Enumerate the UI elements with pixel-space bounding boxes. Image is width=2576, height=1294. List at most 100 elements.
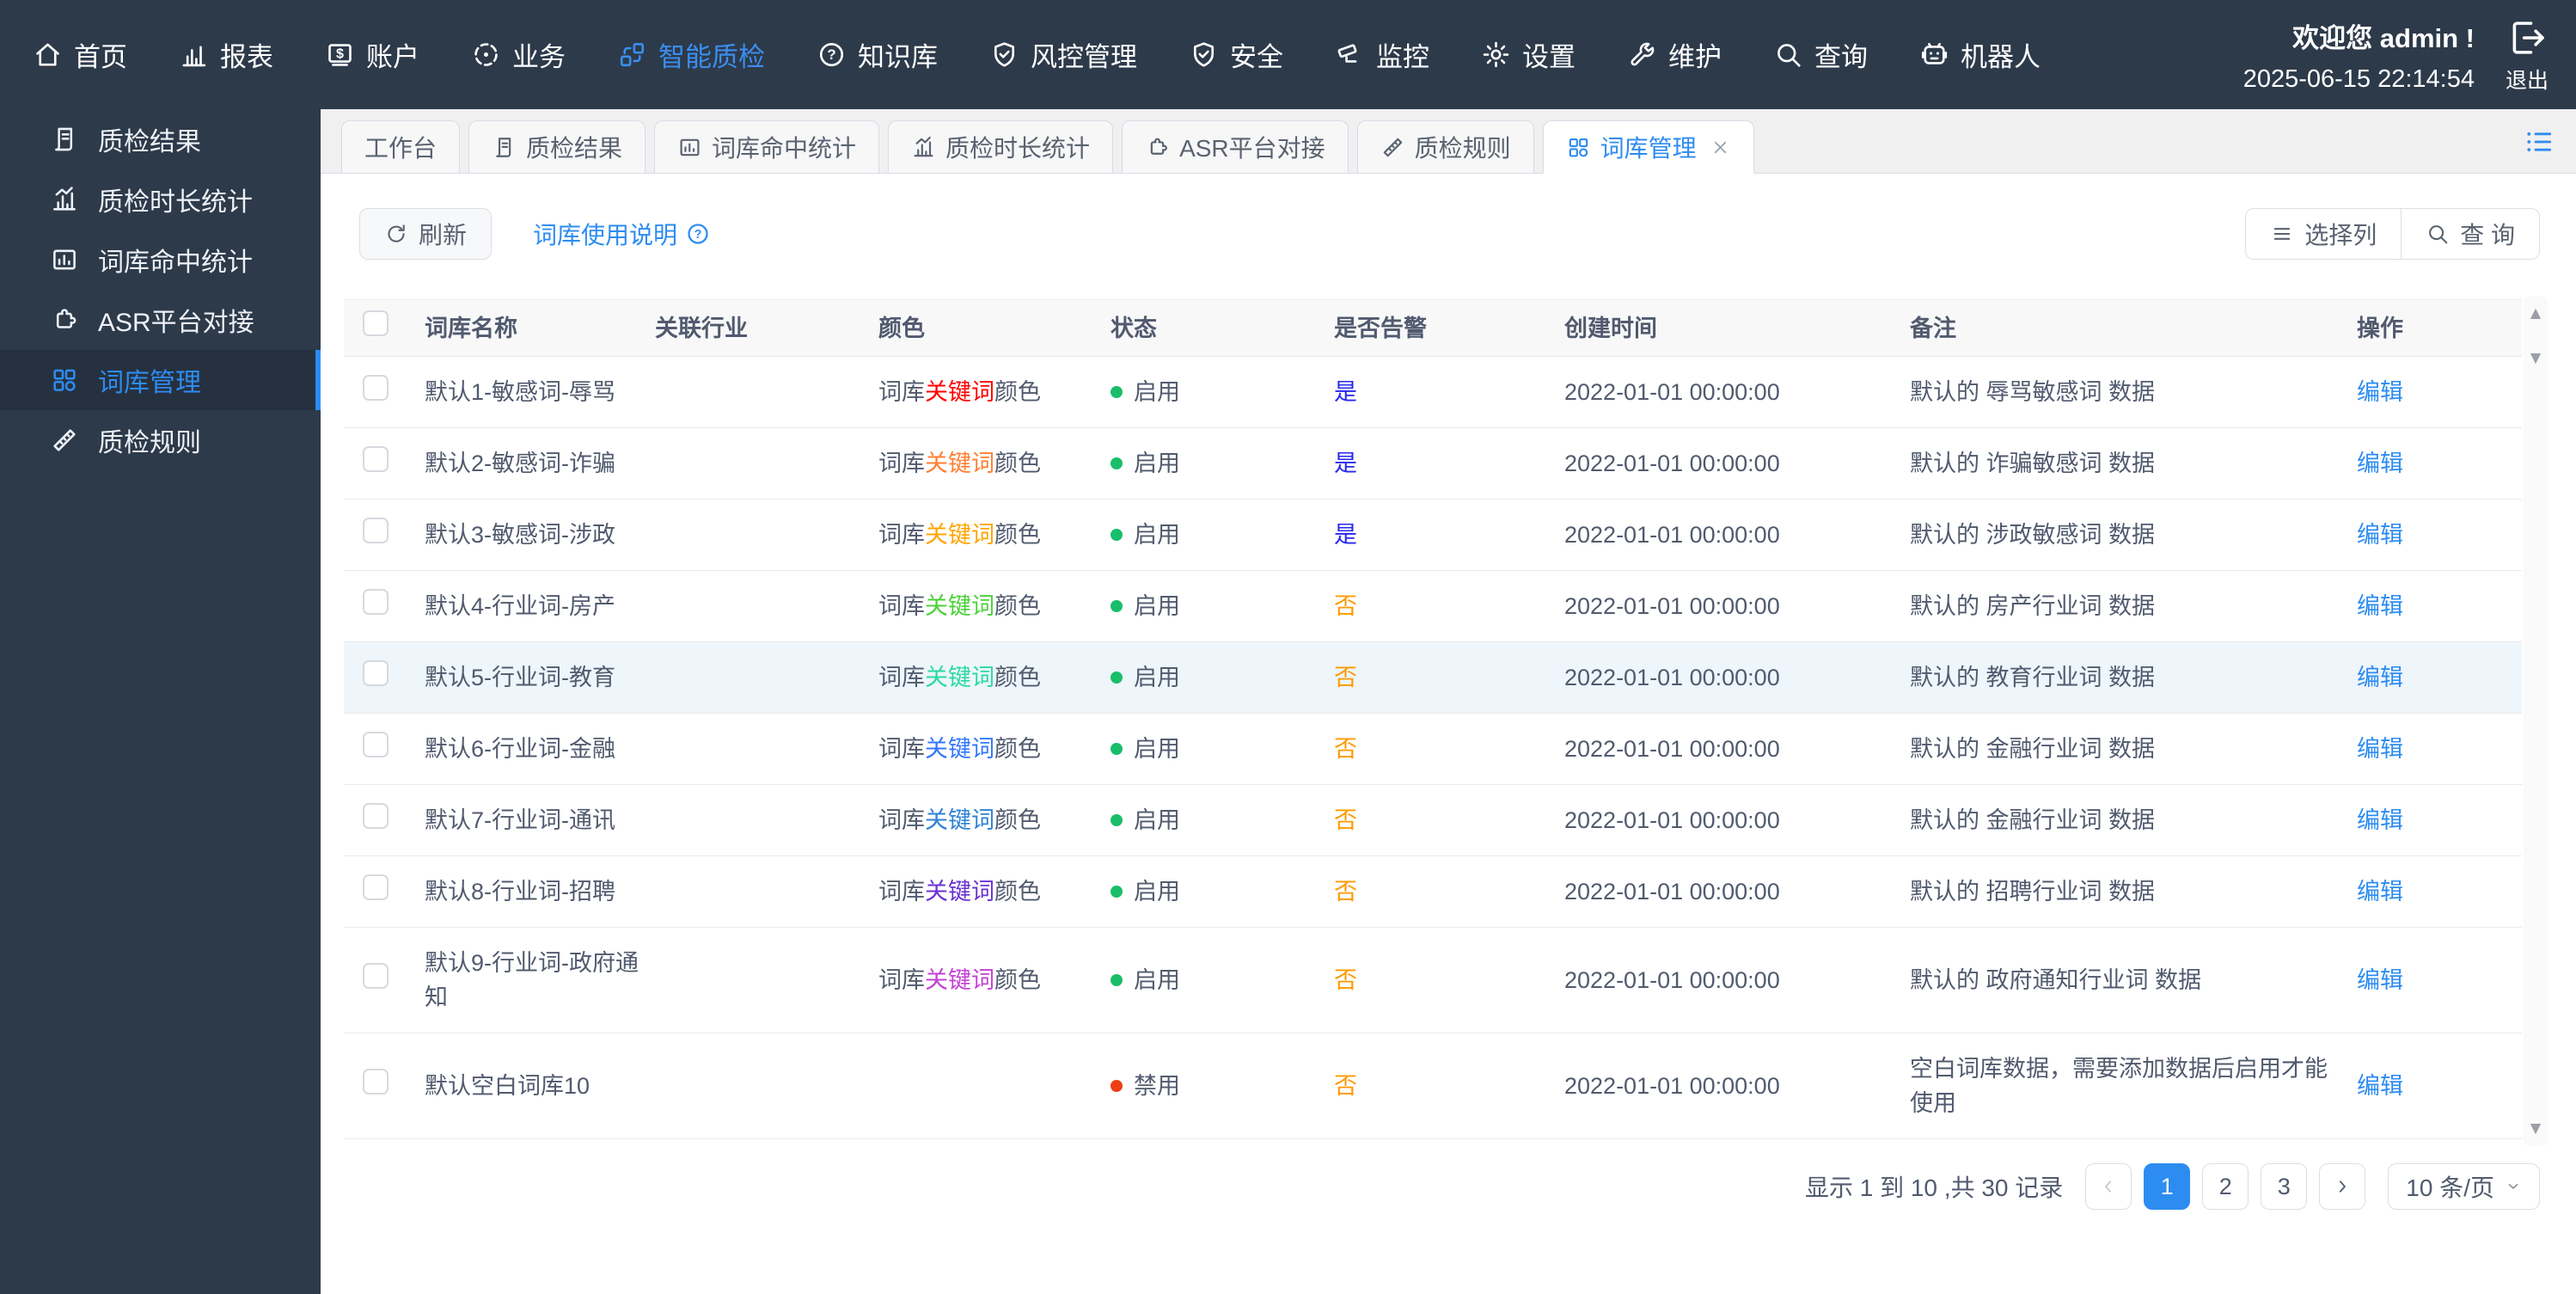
edit-link[interactable]: 编辑 bbox=[2357, 522, 2403, 548]
choose-columns-button[interactable]: 选择列 bbox=[2245, 208, 2402, 260]
cell-status: 禁用 bbox=[1105, 1058, 1329, 1113]
query-button[interactable]: 查 询 bbox=[2401, 208, 2540, 260]
keyword-color-sample: 关键词 bbox=[925, 967, 994, 993]
next-page-button[interactable] bbox=[2319, 1163, 2366, 1210]
nav-item-home[interactable]: 首页 bbox=[33, 35, 127, 74]
table-row: 默认4-行业词-房产 词库关键词颜色 启用 否 2022-01-01 00:00… bbox=[344, 571, 2522, 642]
scroll-thumb-arrow-icon[interactable]: ▼ bbox=[2524, 348, 2548, 369]
shield-check-icon bbox=[989, 40, 1019, 70]
header-actions: 操作 bbox=[2357, 315, 2403, 341]
edit-link[interactable]: 编辑 bbox=[2357, 807, 2403, 833]
edit-link[interactable]: 编辑 bbox=[2357, 736, 2403, 762]
tab-lexicon-management[interactable]: 词库管理 bbox=[1542, 120, 1754, 174]
cell-status: 启用 bbox=[1105, 721, 1329, 776]
sidebar-item-qc-rules[interactable]: 质检规则 bbox=[0, 410, 321, 470]
nav-item-security[interactable]: 安全 bbox=[1189, 35, 1283, 74]
search-icon bbox=[2426, 222, 2450, 246]
sidebar-item-qc-results[interactable]: 质检结果 bbox=[0, 109, 321, 169]
nav-item-accounts[interactable]: 账户 bbox=[325, 35, 419, 74]
row-checkbox[interactable] bbox=[363, 659, 389, 686]
status-dot bbox=[1111, 672, 1123, 684]
edit-link[interactable]: 编辑 bbox=[2357, 967, 2403, 993]
nav-item-knowledge-base[interactable]: 知识库 bbox=[817, 35, 938, 74]
sidebar-item-lexicon-hit-stats[interactable]: 词库命中统计 bbox=[0, 230, 321, 290]
sidebar-item-asr-platform[interactable]: ASR平台对接 bbox=[0, 290, 321, 350]
cell-color: 词库关键词颜色 bbox=[878, 593, 1041, 619]
dollar-book-icon bbox=[325, 40, 355, 70]
row-checkbox[interactable] bbox=[363, 588, 389, 615]
top-navigation-bar: 首页 报表 账户 业务 智能质检 知识库 风控管理 安全 监控 设置 维护 查询… bbox=[0, 0, 2576, 109]
row-checkbox[interactable] bbox=[363, 517, 389, 543]
cell-color: 词库关键词颜色 bbox=[878, 967, 1041, 993]
scroll-up-arrow-icon[interactable]: ▲ bbox=[2524, 304, 2548, 324]
nav-item-quality-check[interactable]: 智能质检 bbox=[617, 35, 765, 74]
refresh-button[interactable]: 刷新 bbox=[359, 208, 493, 260]
cell-name: 默认4-行业词-房产 bbox=[425, 593, 615, 619]
nav-item-query[interactable]: 查询 bbox=[1773, 35, 1868, 74]
nav-item-robot[interactable]: 机器人 bbox=[1919, 35, 2041, 74]
row-checkbox[interactable] bbox=[363, 1068, 389, 1095]
tab-lexicon-hit-stats[interactable]: 词库命中统计 bbox=[654, 120, 880, 174]
row-checkbox[interactable] bbox=[363, 802, 389, 829]
vertical-scrollbar[interactable]: ▲ ▼ ▼ bbox=[2524, 297, 2548, 1146]
cell-name: 默认2-敏感词-诈骗 bbox=[425, 451, 615, 476]
edit-link[interactable]: 编辑 bbox=[2357, 593, 2403, 619]
ruler-icon bbox=[1380, 135, 1405, 160]
row-checkbox[interactable] bbox=[363, 731, 389, 757]
cell-color: 词库关键词颜色 bbox=[878, 879, 1041, 905]
tab-qc-rules[interactable]: 质检规则 bbox=[1356, 120, 1534, 174]
sidebar-item-lexicon-management[interactable]: 词库管理 bbox=[0, 350, 321, 410]
tab-workbench[interactable]: 工作台 bbox=[341, 120, 461, 174]
tab-bar: 工作台 质检结果 词库命中统计 质检时长统计 ASR平台对接 质检规则 词库管理 bbox=[321, 109, 2576, 174]
refresh-icon bbox=[384, 222, 408, 246]
select-all-checkbox[interactable] bbox=[363, 310, 389, 336]
page-size-select[interactable]: 10 条/页 bbox=[2388, 1163, 2540, 1210]
tab-qc-results[interactable]: 质检结果 bbox=[468, 120, 646, 174]
row-checkbox[interactable] bbox=[363, 374, 389, 401]
lexicon-usage-help-link[interactable]: 词库使用说明 bbox=[533, 217, 711, 251]
nav-item-risk-control[interactable]: 风控管理 bbox=[989, 35, 1137, 74]
cell-industry bbox=[650, 524, 873, 545]
nav-item-settings[interactable]: 设置 bbox=[1481, 35, 1576, 74]
keyword-color-sample: 关键词 bbox=[925, 451, 994, 476]
cell-industry bbox=[650, 453, 873, 474]
header-status: 状态 bbox=[1111, 315, 1157, 341]
scroll-down-arrow-icon[interactable]: ▼ bbox=[2524, 1119, 2548, 1139]
page-button-1[interactable]: 1 bbox=[2144, 1163, 2191, 1210]
nav-item-monitoring[interactable]: 监控 bbox=[1335, 35, 1429, 74]
cell-created: 2022-01-01 00:00:00 bbox=[1564, 807, 1780, 833]
page-button-2[interactable]: 2 bbox=[2202, 1163, 2249, 1210]
header-industry: 关联行业 bbox=[655, 315, 748, 341]
nav-item-reports[interactable]: 报表 bbox=[179, 35, 273, 74]
tab-list-menu-icon[interactable] bbox=[2523, 126, 2555, 158]
cell-created: 2022-01-01 00:00:00 bbox=[1564, 451, 1780, 476]
sidebar: 质检结果 质检时长统计 词库命中统计 ASR平台对接 词库管理 质检规则 bbox=[0, 109, 321, 1294]
edit-link[interactable]: 编辑 bbox=[2357, 879, 2403, 905]
row-checkbox[interactable] bbox=[363, 445, 389, 472]
sidebar-item-qc-duration-stats[interactable]: 质检时长统计 bbox=[0, 169, 321, 230]
keyword-color-sample: 关键词 bbox=[925, 593, 994, 619]
tab-qc-duration-stats[interactable]: 质检时长统计 bbox=[888, 120, 1114, 174]
close-tab-icon[interactable] bbox=[1710, 137, 1731, 158]
header-color: 颜色 bbox=[878, 315, 925, 341]
table-header-row: 词库名称 关联行业 颜色 状态 是否告警 创建时间 备注 操作 bbox=[344, 300, 2522, 357]
page-button-3[interactable]: 3 bbox=[2261, 1163, 2308, 1210]
row-checkbox[interactable] bbox=[363, 874, 389, 900]
keyword-color-sample: 关键词 bbox=[925, 665, 994, 690]
logout-button[interactable]: 退出 bbox=[2504, 15, 2550, 95]
cell-created: 2022-01-01 00:00:00 bbox=[1564, 593, 1780, 619]
row-checkbox[interactable] bbox=[363, 962, 389, 989]
edit-link[interactable]: 编辑 bbox=[2357, 665, 2403, 690]
prev-page-button[interactable] bbox=[2085, 1163, 2132, 1210]
edit-link[interactable]: 编辑 bbox=[2357, 1073, 2403, 1099]
tab-asr-platform[interactable]: ASR平台对接 bbox=[1122, 120, 1349, 174]
status-dot bbox=[1111, 600, 1123, 612]
edit-link[interactable]: 编辑 bbox=[2357, 451, 2403, 476]
nav-item-maintenance[interactable]: 维护 bbox=[1627, 35, 1722, 74]
edit-link[interactable]: 编辑 bbox=[2357, 379, 2403, 405]
cell-remark: 默认的 金融行业词 数据 bbox=[1910, 807, 2156, 833]
robot-icon bbox=[1919, 40, 1949, 70]
nav-item-business[interactable]: 业务 bbox=[471, 35, 566, 74]
quality-check-icon bbox=[617, 40, 647, 70]
cell-remark: 默认的 政府通知行业词 数据 bbox=[1910, 967, 2202, 993]
